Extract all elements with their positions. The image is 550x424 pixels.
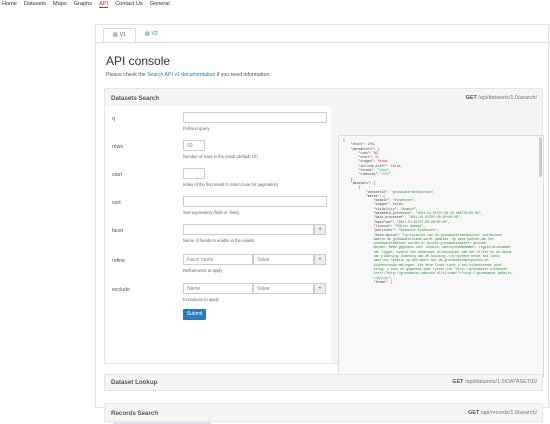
- json-response-viewer[interactable]: { "nhits": 205, "parameters": { "rows": …: [338, 135, 544, 378]
- datasets-search-heading[interactable]: Datasets Search: [111, 95, 159, 102]
- version-tabs: ▤ V1 ▤ V2: [103, 28, 167, 43]
- records-search-endpoint: GET /api/records/1.0/search/: [468, 410, 537, 416]
- document-icon: ▤: [113, 32, 118, 38]
- refine-value-input[interactable]: Value: [253, 254, 314, 265]
- add-facet-button[interactable]: +: [314, 224, 326, 235]
- response-scrollbar[interactable]: [539, 137, 542, 177]
- dataset-lookup-heading[interactable]: Dataset Lookup: [111, 379, 157, 386]
- top-navigation: Home Datasets Maps Graphs API Contact Us…: [0, 0, 550, 11]
- sort-label: sort: [112, 200, 121, 206]
- nav-general[interactable]: General: [150, 0, 170, 11]
- dataset-lookup-section[interactable]: Dataset Lookup GET /api/datasets/1.0/DAT…: [104, 374, 543, 391]
- facet-input[interactable]: [183, 224, 314, 235]
- datasets-search-endpoint: GET /api/datasets/1.0/search/: [465, 95, 537, 101]
- nav-contact-us[interactable]: Contact Us: [115, 0, 143, 11]
- facet-help: Name of facets to enable in the results: [183, 238, 255, 243]
- intro-text: Please check the Search API v1 documenta…: [106, 72, 271, 78]
- records-search-heading[interactable]: Records Search: [111, 410, 158, 417]
- nav-graphs[interactable]: Graphs: [74, 0, 92, 11]
- tab-v2[interactable]: ▤ V2: [136, 28, 167, 41]
- start-input[interactable]: [183, 168, 205, 179]
- q-help: Full-text query: [183, 126, 210, 131]
- documentation-link[interactable]: Search API v1 documentation: [147, 72, 215, 78]
- datasets-search-form: q Full-text query rows 50 Number of rows…: [105, 106, 331, 363]
- refine-facet-name-input[interactable]: Facet name: [183, 254, 253, 265]
- refine-label: refine: [112, 258, 125, 264]
- exclude-label: exclude: [112, 287, 130, 293]
- dataset-lookup-endpoint: GET /api/datasets/1.0/DATASETID/: [452, 379, 537, 385]
- nav-maps[interactable]: Maps: [53, 0, 67, 11]
- rows-help: Number of rows in the result (default 10…: [183, 154, 258, 159]
- datasets-search-section: Datasets Search GET /api/datasets/1.0/se…: [104, 88, 544, 424]
- nav-datasets[interactable]: Datasets: [24, 0, 46, 11]
- add-exclude-button[interactable]: +: [314, 283, 326, 294]
- rows-label: rows: [112, 144, 123, 150]
- exclude-name-input[interactable]: Name: [183, 283, 253, 294]
- start-help: Index of the first result to return (use…: [183, 182, 279, 187]
- document-icon: ▤: [144, 31, 150, 37]
- page-title: API console: [106, 54, 171, 68]
- tab-v1[interactable]: ▤ V1: [103, 28, 136, 43]
- q-label: q: [112, 116, 115, 122]
- api-console-panel: ▤ V1 ▤ V2 API console Please check the Sea…: [95, 24, 549, 424]
- records-search-section[interactable]: Records Search GET /api/records/1.0/sear…: [104, 403, 543, 422]
- start-label: start: [112, 172, 123, 178]
- exclude-help: Exclusions to apply: [183, 297, 219, 302]
- nav-home[interactable]: Home: [2, 0, 17, 11]
- submit-button[interactable]: Submit: [183, 309, 206, 320]
- facet-label: facet: [112, 228, 124, 234]
- rows-input[interactable]: 50: [183, 140, 205, 151]
- sort-help: Sort expression (field or -field): [183, 210, 239, 215]
- nav-api[interactable]: API: [99, 0, 109, 8]
- add-refine-button[interactable]: +: [314, 254, 326, 265]
- tab-divider: [96, 42, 548, 43]
- refine-help: Refinements to apply: [183, 268, 223, 273]
- q-input[interactable]: [183, 112, 327, 123]
- exclude-value-input[interactable]: Value: [253, 283, 314, 294]
- sort-input[interactable]: [183, 196, 327, 207]
